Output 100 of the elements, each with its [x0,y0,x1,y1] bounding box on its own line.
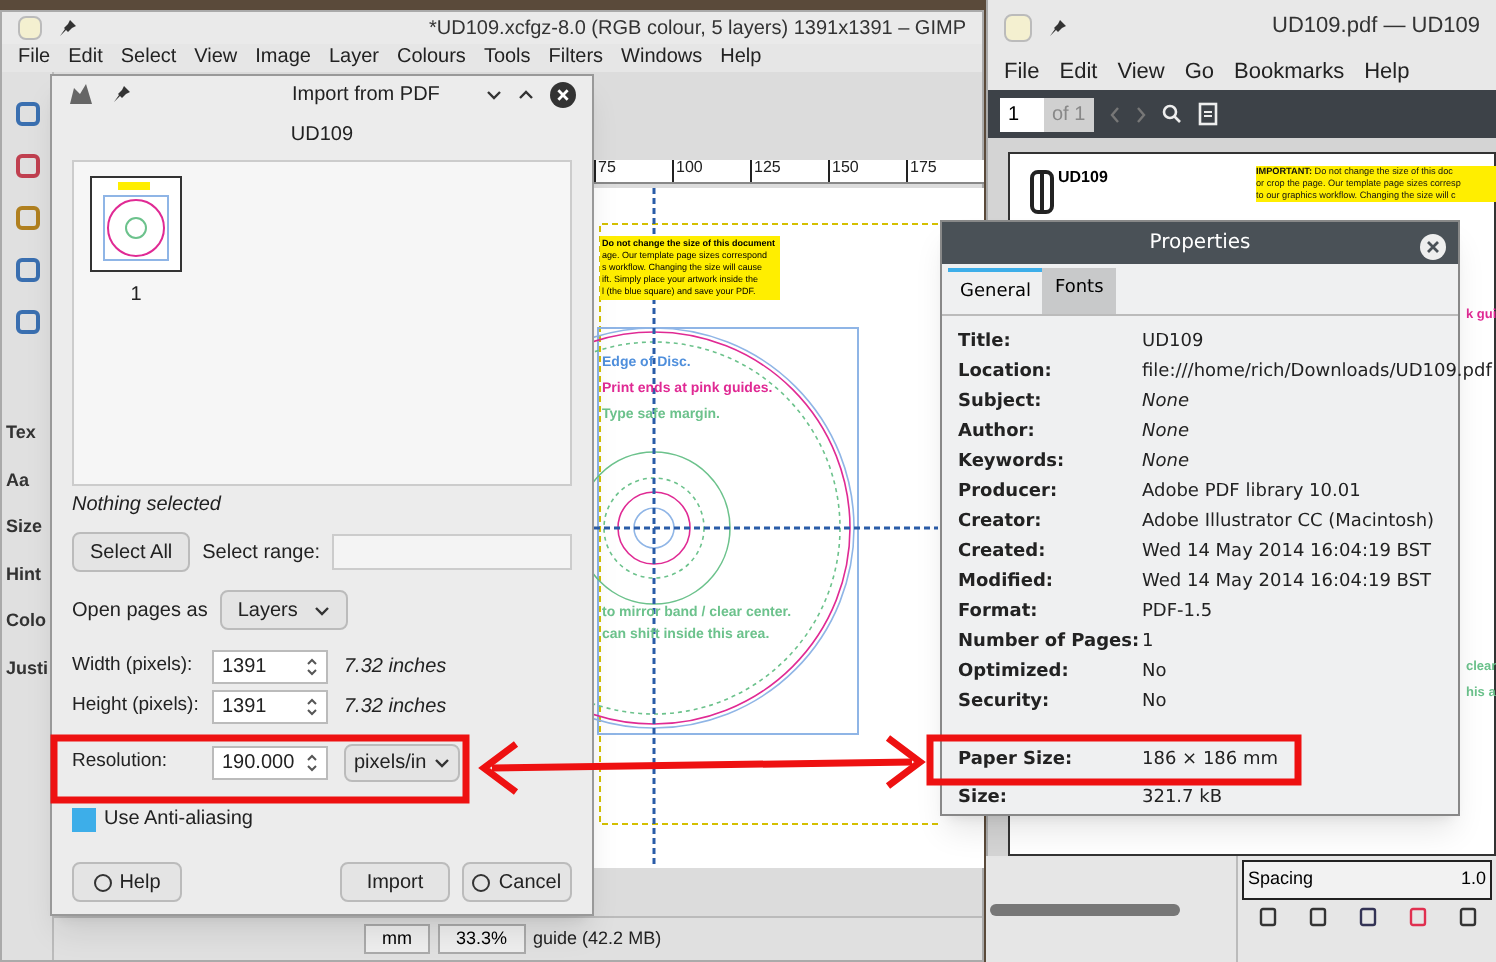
spacing-field[interactable]: Spacing 1.0 [1242,860,1492,900]
tool-icon[interactable] [13,256,41,284]
property-label: Location: [958,359,1054,386]
logo-icon [1030,170,1054,214]
menu-item[interactable]: View [1117,55,1165,89]
tab[interactable]: General [948,267,1043,314]
menu-item[interactable]: Tools [483,46,531,70]
tool-icon[interactable] [13,204,41,232]
property-value: Wed 14 May 2014 16:04:19 BST [1142,539,1432,566]
maximize-icon[interactable] [518,89,534,99]
width-label: Width (pixels): [72,651,195,680]
property-label: Keywords: [958,449,1067,476]
property-value: Wed 14 May 2014 16:04:19 BST [1142,569,1432,596]
spin-arrows-icon[interactable] [306,655,318,677]
property-value: No [1142,659,1167,686]
menu-item[interactable]: Windows [621,46,703,70]
tool-icon[interactable] [13,308,41,336]
tool-icon[interactable] [13,100,41,128]
menu-item[interactable]: Edit [68,46,103,70]
unit-dropdown[interactable]: pixels/in [344,743,460,781]
ruler-label: 100 [672,160,750,182]
open-as-dropdown[interactable]: Layers [219,590,348,630]
selection-status: Nothing selected [72,492,224,520]
logo-text: UD109 [1058,170,1108,186]
select-range-field[interactable] [332,534,572,570]
property-value: None [1142,449,1189,476]
help-button[interactable]: Help [72,862,182,902]
menu-item[interactable]: View [194,46,238,70]
select-all-button[interactable]: Select All [72,532,191,572]
unit-select[interactable]: mm [364,923,430,955]
height-inches: 7.32 inches [344,693,447,721]
menu-item[interactable]: Go [1184,55,1215,89]
width-inches: 7.32 inches [344,653,447,681]
resolution-label: Resolution: [72,747,170,776]
property-label: Subject: [958,389,1044,416]
page-thumbnail-image [90,176,182,272]
property-label: Creator: [958,509,1044,536]
page-thumbnail[interactable]: 1 [88,174,184,312]
menu-item[interactable]: Help [1364,55,1410,89]
pin-icon[interactable] [1048,17,1068,37]
ruler-label: 150 [828,160,906,182]
import-button[interactable]: Import [340,862,450,902]
window-title: UD109.pdf — UD109 [1272,12,1480,43]
dock-tool-icon[interactable] [1257,906,1277,928]
menu-item[interactable]: File [1004,55,1040,89]
close-icon[interactable] [1420,234,1446,260]
menu-item[interactable]: Filters [548,46,604,70]
property-label: Author: [958,419,1037,446]
menu-item[interactable]: Edit [1059,55,1098,89]
property-label: Paper Size: [958,747,1075,774]
antialias-label: Use Anti-aliasing [104,806,253,834]
menu-item[interactable]: Bookmarks [1234,55,1345,89]
cancel-button[interactable]: Cancel [462,862,572,902]
close-icon[interactable] [550,81,576,107]
spin-arrows-icon[interactable] [306,751,318,773]
app-icon [18,16,42,40]
status-message: guide (42.2 MB) [533,925,662,952]
clipboard-icon[interactable] [1197,102,1218,126]
property-label: Security: [958,689,1052,716]
property-value: Adobe PDF library 10.01 [1142,479,1361,506]
number-field[interactable]: 190.000 [212,745,328,779]
property-value: PDF-1.5 [1142,599,1213,626]
dock-tool-icon[interactable] [1307,906,1327,928]
menu-item[interactable]: File [18,46,51,70]
page-field[interactable]: 1 [1000,97,1044,131]
dock-label: Hint [6,561,43,587]
tab[interactable]: Fonts [1042,267,1116,314]
ruler-label: 175 [906,160,984,182]
dock-tool-icon[interactable] [1457,906,1477,928]
pin-icon[interactable] [58,18,78,38]
property-label: Created: [958,539,1048,566]
menu-item[interactable]: Select [120,46,177,70]
app-icon [68,82,96,106]
zoom-select[interactable]: 33.3% [438,923,526,955]
dock-label: Tex [6,420,38,446]
property-label: Number of Pages: [958,629,1142,656]
pin-icon[interactable] [112,84,132,104]
menu-item[interactable]: Layer [328,46,379,70]
dialog-title: Import from PDF [292,81,440,109]
tool-icon[interactable] [13,152,41,180]
menu-item[interactable]: Help [720,46,762,70]
property-label: Modified: [958,569,1055,596]
menu-item[interactable]: Colours [396,46,466,70]
page-count: of 1 [1044,97,1094,131]
select-range-label: Select range: [202,539,321,567]
antialias-checkbox[interactable] [72,807,96,831]
property-value: No [1142,689,1167,716]
number-field[interactable]: 1391 [212,649,328,683]
property-value: UD109 [1142,329,1204,356]
property-value: file:///home/rich/Downloads/UD109.pdf [1142,359,1492,386]
number-field[interactable]: 1391 [212,689,328,723]
dock-tool-icon[interactable] [1357,906,1377,928]
dock-label: Justi [6,655,50,681]
menu-item[interactable]: Image [255,46,311,70]
spin-arrows-icon[interactable] [306,695,318,717]
minimize-icon[interactable] [486,89,502,99]
open-as-label: Open pages as [72,597,208,625]
property-value: 1 [1142,629,1154,656]
search-icon[interactable] [1161,104,1182,124]
property-value: 186 × 186 mm [1142,747,1279,774]
